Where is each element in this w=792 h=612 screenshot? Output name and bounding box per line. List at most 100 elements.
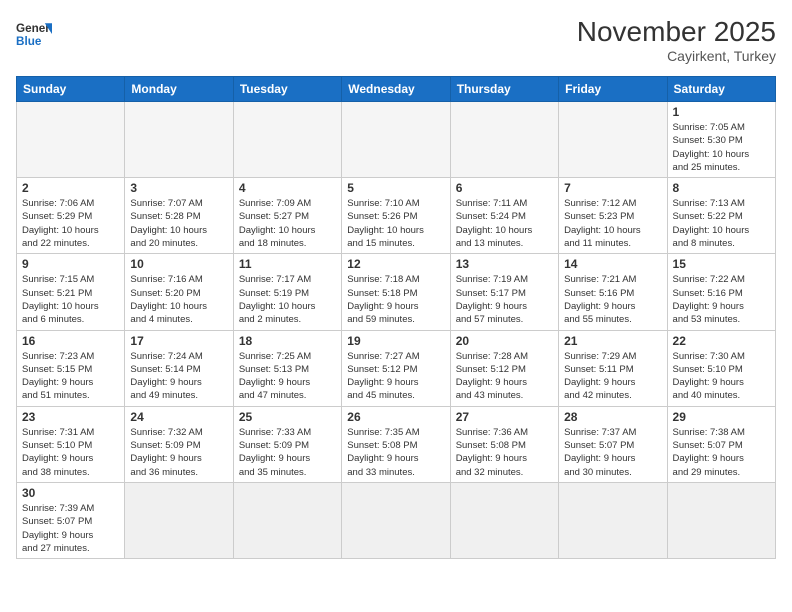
svg-text:Blue: Blue: [16, 35, 42, 48]
day-cell: 3 Sunrise: 7:07 AM Sunset: 5:28 PM Daylig…: [125, 178, 233, 254]
day-number: 17: [130, 334, 227, 348]
page-header: General Blue November 2025 Cayirkent, Tu…: [16, 16, 776, 64]
day-number: 13: [456, 257, 553, 271]
day-cell: 6Sunrise: 7:11 AM Sunset: 5:24 PM Daylig…: [450, 178, 558, 254]
day-info: Sunrise: 7:06 AM Sunset: 5:29 PM Dayligh…: [22, 197, 119, 250]
week-row-1: 1 Sunrise: 7:05 AM Sunset: 5:30 PM Daylig…: [17, 102, 776, 178]
week-row-6: 30 Sunrise: 7:39 AM Sunset: 5:07 PM Dayli…: [17, 482, 776, 558]
day-cell: [559, 482, 667, 558]
day-number: 19: [347, 334, 444, 348]
day-number: 7: [564, 181, 661, 195]
day-cell: [450, 102, 558, 178]
day-info: Sunrise: 7:12 AM Sunset: 5:23 PM Dayligh…: [564, 197, 661, 250]
day-info: Sunrise: 7:10 AM Sunset: 5:26 PM Dayligh…: [347, 197, 444, 250]
day-cell: 7 Sunrise: 7:12 AM Sunset: 5:23 PM Daylig…: [559, 178, 667, 254]
day-number: 23: [22, 410, 119, 424]
day-cell: 17 Sunrise: 7:24 AM Sunset: 5:14 PM Dayli…: [125, 330, 233, 406]
day-cell: [125, 102, 233, 178]
day-info: Sunrise: 7:17 AM Sunset: 5:19 PM Dayligh…: [239, 273, 336, 326]
weekday-header-tuesday: Tuesday: [233, 77, 341, 102]
day-cell: 11 Sunrise: 7:17 AM Sunset: 5:19 PM Dayli…: [233, 254, 341, 330]
week-row-2: 2Sunrise: 7:06 AM Sunset: 5:29 PM Daylig…: [17, 178, 776, 254]
logo: General Blue: [16, 16, 52, 52]
day-number: 14: [564, 257, 661, 271]
day-number: 27: [456, 410, 553, 424]
day-info: Sunrise: 7:30 AM Sunset: 5:10 PM Dayligh…: [673, 350, 770, 403]
day-info: Sunrise: 7:07 AM Sunset: 5:28 PM Dayligh…: [130, 197, 227, 250]
calendar-table: SundayMondayTuesdayWednesdayThursdayFrid…: [16, 76, 776, 559]
day-cell: 25 Sunrise: 7:33 AM Sunset: 5:09 PM Dayli…: [233, 406, 341, 482]
day-cell: 22 Sunrise: 7:30 AM Sunset: 5:10 PM Dayli…: [667, 330, 775, 406]
day-cell: 16Sunrise: 7:23 AM Sunset: 5:15 PM Dayli…: [17, 330, 125, 406]
day-number: 11: [239, 257, 336, 271]
day-number: 30: [22, 486, 119, 500]
day-cell: 23Sunrise: 7:31 AM Sunset: 5:10 PM Dayli…: [17, 406, 125, 482]
weekday-header-row: SundayMondayTuesdayWednesdayThursdayFrid…: [17, 77, 776, 102]
day-number: 15: [673, 257, 770, 271]
day-number: 26: [347, 410, 444, 424]
day-cell: 18 Sunrise: 7:25 AM Sunset: 5:13 PM Dayli…: [233, 330, 341, 406]
logo-icon: General Blue: [16, 16, 52, 52]
subtitle: Cayirkent, Turkey: [577, 48, 776, 64]
weekday-header-monday: Monday: [125, 77, 233, 102]
day-cell: 10 Sunrise: 7:16 AM Sunset: 5:20 PM Dayli…: [125, 254, 233, 330]
day-number: 22: [673, 334, 770, 348]
day-cell: 28Sunrise: 7:37 AM Sunset: 5:07 PM Dayli…: [559, 406, 667, 482]
day-cell: [125, 482, 233, 558]
day-info: Sunrise: 7:16 AM Sunset: 5:20 PM Dayligh…: [130, 273, 227, 326]
day-info: Sunrise: 7:28 AM Sunset: 5:12 PM Dayligh…: [456, 350, 553, 403]
day-cell: 30 Sunrise: 7:39 AM Sunset: 5:07 PM Dayli…: [17, 482, 125, 558]
day-info: Sunrise: 7:25 AM Sunset: 5:13 PM Dayligh…: [239, 350, 336, 403]
day-cell: 9Sunrise: 7:15 AM Sunset: 5:21 PM Daylig…: [17, 254, 125, 330]
day-cell: [450, 482, 558, 558]
day-cell: [17, 102, 125, 178]
day-cell: 14 Sunrise: 7:21 AM Sunset: 5:16 PM Dayli…: [559, 254, 667, 330]
day-number: 24: [130, 410, 227, 424]
week-row-5: 23Sunrise: 7:31 AM Sunset: 5:10 PM Dayli…: [17, 406, 776, 482]
day-cell: 27Sunrise: 7:36 AM Sunset: 5:08 PM Dayli…: [450, 406, 558, 482]
day-info: Sunrise: 7:29 AM Sunset: 5:11 PM Dayligh…: [564, 350, 661, 403]
day-cell: 8 Sunrise: 7:13 AM Sunset: 5:22 PM Daylig…: [667, 178, 775, 254]
day-number: 3: [130, 181, 227, 195]
day-info: Sunrise: 7:39 AM Sunset: 5:07 PM Dayligh…: [22, 502, 119, 555]
day-number: 4: [239, 181, 336, 195]
day-number: 20: [456, 334, 553, 348]
day-info: Sunrise: 7:33 AM Sunset: 5:09 PM Dayligh…: [239, 426, 336, 479]
day-info: Sunrise: 7:24 AM Sunset: 5:14 PM Dayligh…: [130, 350, 227, 403]
day-cell: 2Sunrise: 7:06 AM Sunset: 5:29 PM Daylig…: [17, 178, 125, 254]
day-cell: 5Sunrise: 7:10 AM Sunset: 5:26 PM Daylig…: [342, 178, 450, 254]
day-info: Sunrise: 7:13 AM Sunset: 5:22 PM Dayligh…: [673, 197, 770, 250]
day-cell: [667, 482, 775, 558]
weekday-header-saturday: Saturday: [667, 77, 775, 102]
day-number: 1: [673, 105, 770, 119]
day-cell: [342, 482, 450, 558]
day-cell: [233, 102, 341, 178]
day-cell: 24Sunrise: 7:32 AM Sunset: 5:09 PM Dayli…: [125, 406, 233, 482]
weekday-header-wednesday: Wednesday: [342, 77, 450, 102]
day-cell: 1 Sunrise: 7:05 AM Sunset: 5:30 PM Daylig…: [667, 102, 775, 178]
day-number: 21: [564, 334, 661, 348]
day-number: 12: [347, 257, 444, 271]
day-cell: 20 Sunrise: 7:28 AM Sunset: 5:12 PM Dayli…: [450, 330, 558, 406]
day-info: Sunrise: 7:21 AM Sunset: 5:16 PM Dayligh…: [564, 273, 661, 326]
weekday-header-sunday: Sunday: [17, 77, 125, 102]
day-info: Sunrise: 7:22 AM Sunset: 5:16 PM Dayligh…: [673, 273, 770, 326]
day-info: Sunrise: 7:38 AM Sunset: 5:07 PM Dayligh…: [673, 426, 770, 479]
day-number: 16: [22, 334, 119, 348]
title-block: November 2025 Cayirkent, Turkey: [577, 16, 776, 64]
day-number: 25: [239, 410, 336, 424]
day-cell: 21 Sunrise: 7:29 AM Sunset: 5:11 PM Dayli…: [559, 330, 667, 406]
day-info: Sunrise: 7:11 AM Sunset: 5:24 PM Dayligh…: [456, 197, 553, 250]
day-number: 10: [130, 257, 227, 271]
day-cell: 26 Sunrise: 7:35 AM Sunset: 5:08 PM Dayli…: [342, 406, 450, 482]
day-info: Sunrise: 7:05 AM Sunset: 5:30 PM Dayligh…: [673, 121, 770, 174]
day-number: 18: [239, 334, 336, 348]
day-info: Sunrise: 7:35 AM Sunset: 5:08 PM Dayligh…: [347, 426, 444, 479]
day-cell: [559, 102, 667, 178]
day-cell: [342, 102, 450, 178]
week-row-4: 16Sunrise: 7:23 AM Sunset: 5:15 PM Dayli…: [17, 330, 776, 406]
day-cell: [233, 482, 341, 558]
day-number: 8: [673, 181, 770, 195]
day-info: Sunrise: 7:27 AM Sunset: 5:12 PM Dayligh…: [347, 350, 444, 403]
day-info: Sunrise: 7:37 AM Sunset: 5:07 PM Dayligh…: [564, 426, 661, 479]
